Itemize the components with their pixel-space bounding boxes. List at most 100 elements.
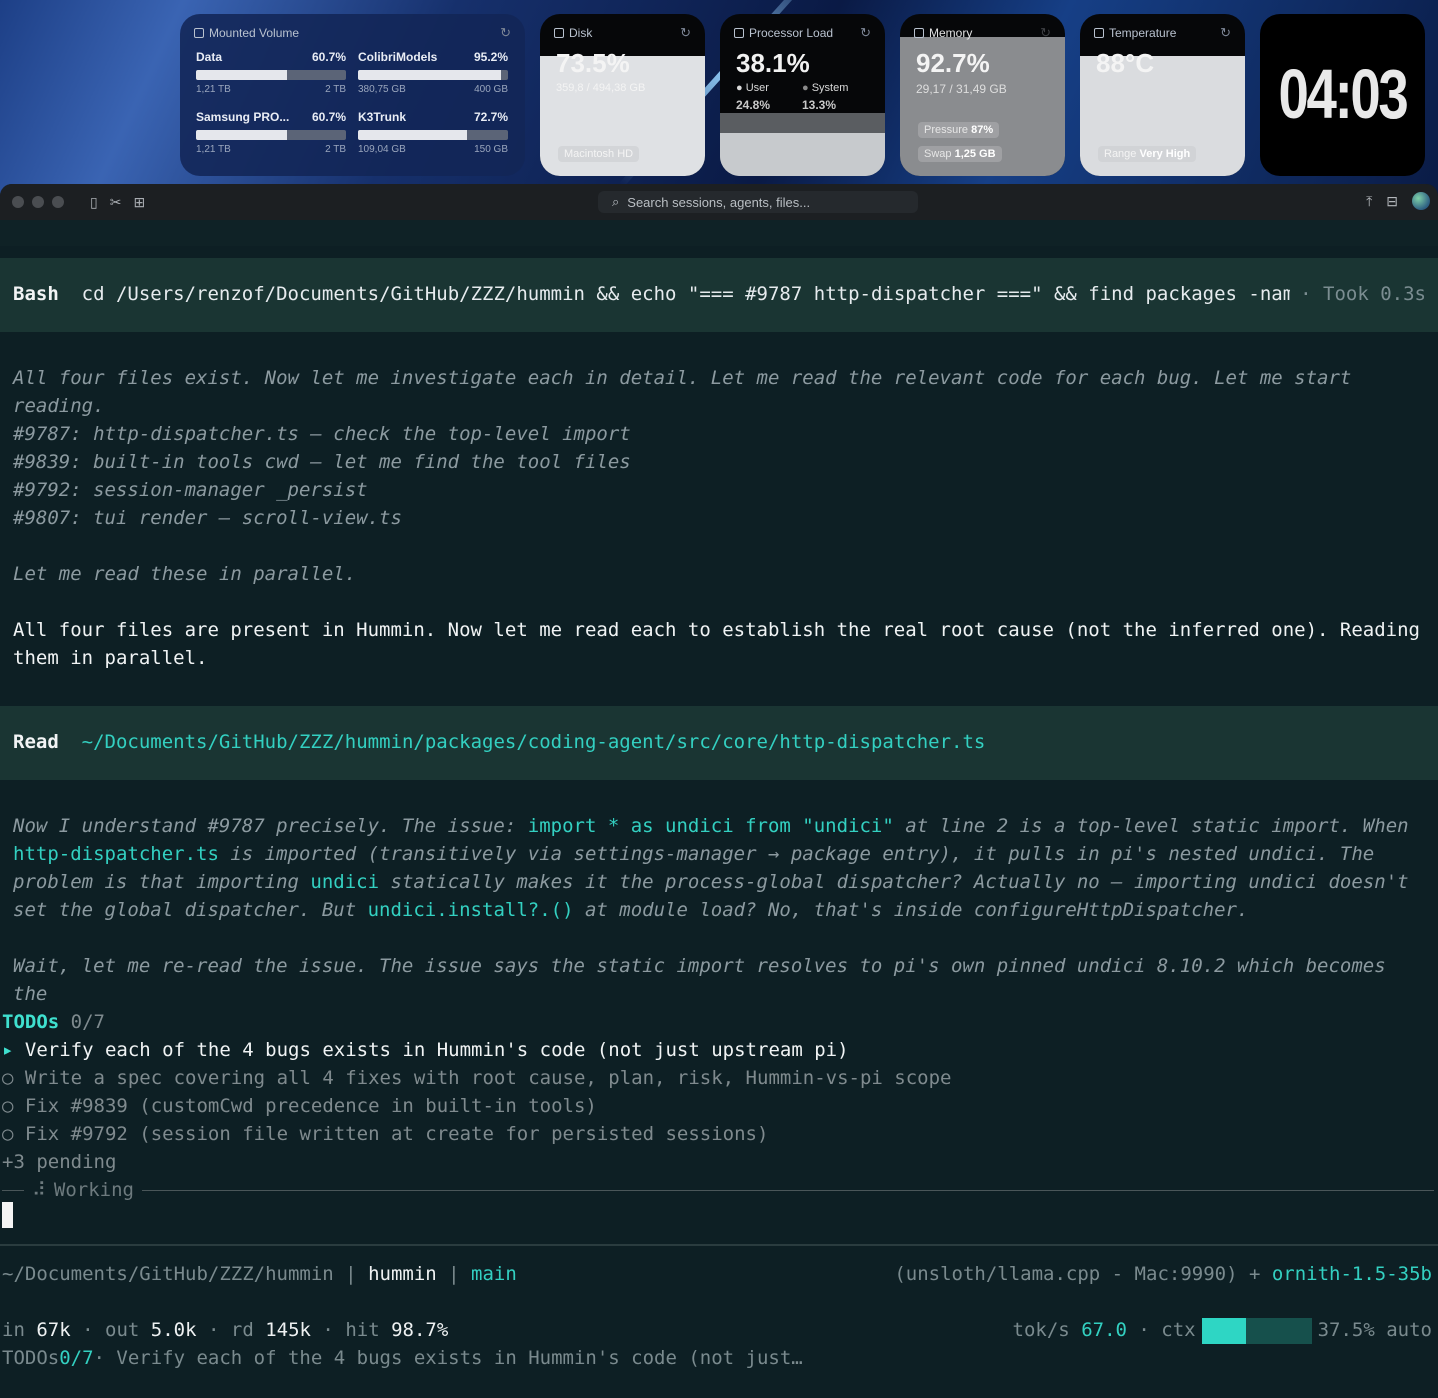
terminal-output[interactable]: Bash cd /Users/renzof/Documents/GitHub/Z… <box>0 220 1438 1398</box>
thinking-line: #9792: session-manager _persist <box>13 479 368 501</box>
memory-percent: 92.7% <box>916 48 990 78</box>
assistant-message: All four files are present in Hummin. No… <box>13 619 1432 669</box>
status-divider <box>0 1244 1438 1246</box>
todo-item[interactable]: ○ Write a spec covering all 4 fixes with… <box>2 1064 951 1092</box>
desktop-background: Mounted Volume ↻ Data 60.7% 1,21 TB 2 TB C… <box>0 0 1438 200</box>
disk-detail: 359,8 / 494,38 GB <box>556 82 646 94</box>
memory-swap: Swap 1,25 GB <box>918 146 1002 162</box>
refresh-icon[interactable]: ↻ <box>680 25 691 41</box>
temperature-range: Range Very High <box>1098 146 1197 162</box>
bash-tool-call: Bash cd /Users/renzof/Documents/GitHub/Z… <box>13 280 1329 308</box>
git-branch: main <box>471 1263 517 1285</box>
thinking-line: Wait, let me re-read the issue. The issu… <box>13 955 1398 1005</box>
thinking-line: Let me read these in parallel. <box>13 563 357 585</box>
processor-load-widget[interactable]: Processor Load ↻ 38.1% ● User ● System 2… <box>720 14 885 176</box>
circle-icon: ○ <box>2 1095 14 1117</box>
memory-detail: 29,17 / 31,49 GB <box>916 82 1007 96</box>
inline-code: undici <box>310 871 380 893</box>
disk-percent: 73.5% <box>556 48 630 78</box>
project-name: hummin <box>368 1263 437 1285</box>
thinking-line: #9807: tui render — scroll-view.ts <box>13 507 402 529</box>
zoom-window-button[interactable] <box>52 196 64 208</box>
drive-icon <box>194 28 204 38</box>
status-line-todos: TODOs 0/7 · Verify each of the 4 bugs ex… <box>2 1344 1432 1372</box>
sidebar-toggle-icon[interactable]: ▯ <box>90 194 98 211</box>
todo-item[interactable]: ○ Fix #9839 (customCwd precedence in bui… <box>2 1092 597 1120</box>
spinner-icon: ⠼ <box>32 1179 46 1201</box>
temperature-widget[interactable]: Temperature ↻ 88°C Range Very High <box>1080 14 1245 176</box>
todo-more: +3 pending <box>2 1151 117 1173</box>
tokens-in: 67k <box>36 1319 71 1341</box>
tokens-per-second: 67.0 <box>1081 1319 1127 1341</box>
minimize-window-button[interactable] <box>32 196 44 208</box>
inline-code: undici.install?.() <box>367 899 574 921</box>
refresh-icon[interactable]: ↻ <box>1220 25 1231 41</box>
temperature-value: 88°C <box>1096 48 1155 78</box>
tool-label: Read <box>13 731 59 753</box>
avatar[interactable] <box>1412 192 1430 210</box>
inbox-icon[interactable]: ⊟ <box>1386 193 1398 210</box>
tokens-read: 145k <box>265 1319 311 1341</box>
read-tool-call: Read ~/Documents/GitHub/ZZZ/hummin/packa… <box>13 728 985 756</box>
volume-usage-bar <box>196 130 346 140</box>
volume-item: Data 60.7% 1,21 TB 2 TB <box>196 50 346 95</box>
todos-header: TODOs 0/7 <box>2 1011 105 1033</box>
cpu-percent: 38.1% <box>736 48 810 78</box>
refresh-icon[interactable]: ↻ <box>500 25 511 41</box>
status-line-tokens: in 67k · out 5.0k · rd 145k · hit 98.7% … <box>2 1316 1432 1344</box>
inline-code: http-dispatcher.ts <box>13 843 219 865</box>
thinking-paragraph: Now I understand #9787 precisely. The is… <box>13 815 1421 921</box>
inline-code: import * as undici from "undici" <box>527 815 894 837</box>
search-placeholder: Search sessions, agents, files... <box>627 194 811 210</box>
cpu-system-value: 13.3% <box>802 98 837 112</box>
thinking-line: #9839: built-in tools cwd — let me find … <box>13 451 631 473</box>
thermometer-icon <box>1094 28 1104 38</box>
memory-icon <box>914 28 924 38</box>
memory-widget[interactable]: Memory ↻ 92.7% 29,17 / 31,49 GB Pressure… <box>900 14 1065 176</box>
context-usage-bar <box>1201 1317 1312 1344</box>
thinking-line: #9787: http-dispatcher.ts — check the to… <box>13 423 631 445</box>
todos-count: 0/7 <box>70 1011 105 1033</box>
thinking-line: All four files exist. Now let me investi… <box>13 367 1363 417</box>
refresh-icon[interactable]: ↻ <box>860 25 871 41</box>
volume-item: K3Trunk 72.7% 109,04 GB 150 GB <box>358 110 508 155</box>
input-cursor[interactable] <box>2 1202 13 1228</box>
circle-icon: ○ <box>2 1123 14 1145</box>
export-icon[interactable]: ⤒ <box>1366 193 1372 210</box>
widget-title: Mounted Volume <box>209 26 300 40</box>
tokens-out: 5.0k <box>150 1319 197 1341</box>
tools-icon[interactable]: ✂ <box>110 194 122 211</box>
todos-progress: 0/7 <box>59 1347 94 1369</box>
volume-usage-bar <box>358 70 508 80</box>
close-window-button[interactable] <box>12 196 24 208</box>
memory-pressure: Pressure 87% <box>918 122 1000 138</box>
file-path: ~/Documents/GitHub/ZZZ/hummin/packages/c… <box>81 731 986 753</box>
clock-widget[interactable]: 04:03 <box>1260 14 1425 176</box>
terminal-app-window: ▯ ✂ ⊞ ⌕ Search sessions, agents, files..… <box>0 184 1438 1398</box>
tool-label: Bash <box>13 283 59 305</box>
disk-volume-name: Macintosh HD <box>558 146 640 162</box>
window-controls <box>12 196 64 208</box>
clock-time: 04:03 <box>1278 55 1409 133</box>
mounted-volume-widget[interactable]: Mounted Volume ↻ Data 60.7% 1,21 TB 2 TB C… <box>180 14 525 176</box>
cpu-icon <box>734 28 744 38</box>
volume-usage-bar <box>358 130 508 140</box>
todo-item[interactable]: ○ Fix #9792 (session file written at cre… <box>2 1120 768 1148</box>
volume-item: Samsung PRO... 60.7% 1,21 TB 2 TB <box>196 110 346 155</box>
bash-command: cd /Users/renzof/Documents/GitHub/ZZZ/hu… <box>81 283 1329 305</box>
cpu-user-value: 24.8% <box>736 98 771 112</box>
title-bar: ▯ ✂ ⊞ ⌕ Search sessions, agents, files..… <box>0 184 1438 220</box>
working-indicator: ⠼ Working <box>2 1176 1434 1204</box>
disk-widget[interactable]: Disk ↻ 73.5% 359,8 / 494,38 GB Macintosh… <box>540 14 705 176</box>
context-usage: 37.5% auto <box>1317 1319 1432 1341</box>
play-icon: ▸ <box>2 1039 14 1061</box>
status-line-session: ~/Documents/GitHub/ZZZ/hummin | hummin |… <box>2 1263 1432 1285</box>
circle-icon: ○ <box>2 1067 14 1089</box>
todo-item-active[interactable]: ▸ Verify each of the 4 bugs exists in Hu… <box>2 1036 849 1064</box>
refresh-icon[interactable]: ↻ <box>1040 25 1051 41</box>
grid-icon[interactable]: ⊞ <box>133 194 145 211</box>
search-bar[interactable]: ⌕ Search sessions, agents, files... <box>598 191 918 213</box>
cwd-path: ~/Documents/GitHub/ZZZ/hummin <box>2 1263 334 1285</box>
disk-icon <box>554 28 564 38</box>
model-name: ornith-1.5-35b <box>1271 1263 1432 1285</box>
